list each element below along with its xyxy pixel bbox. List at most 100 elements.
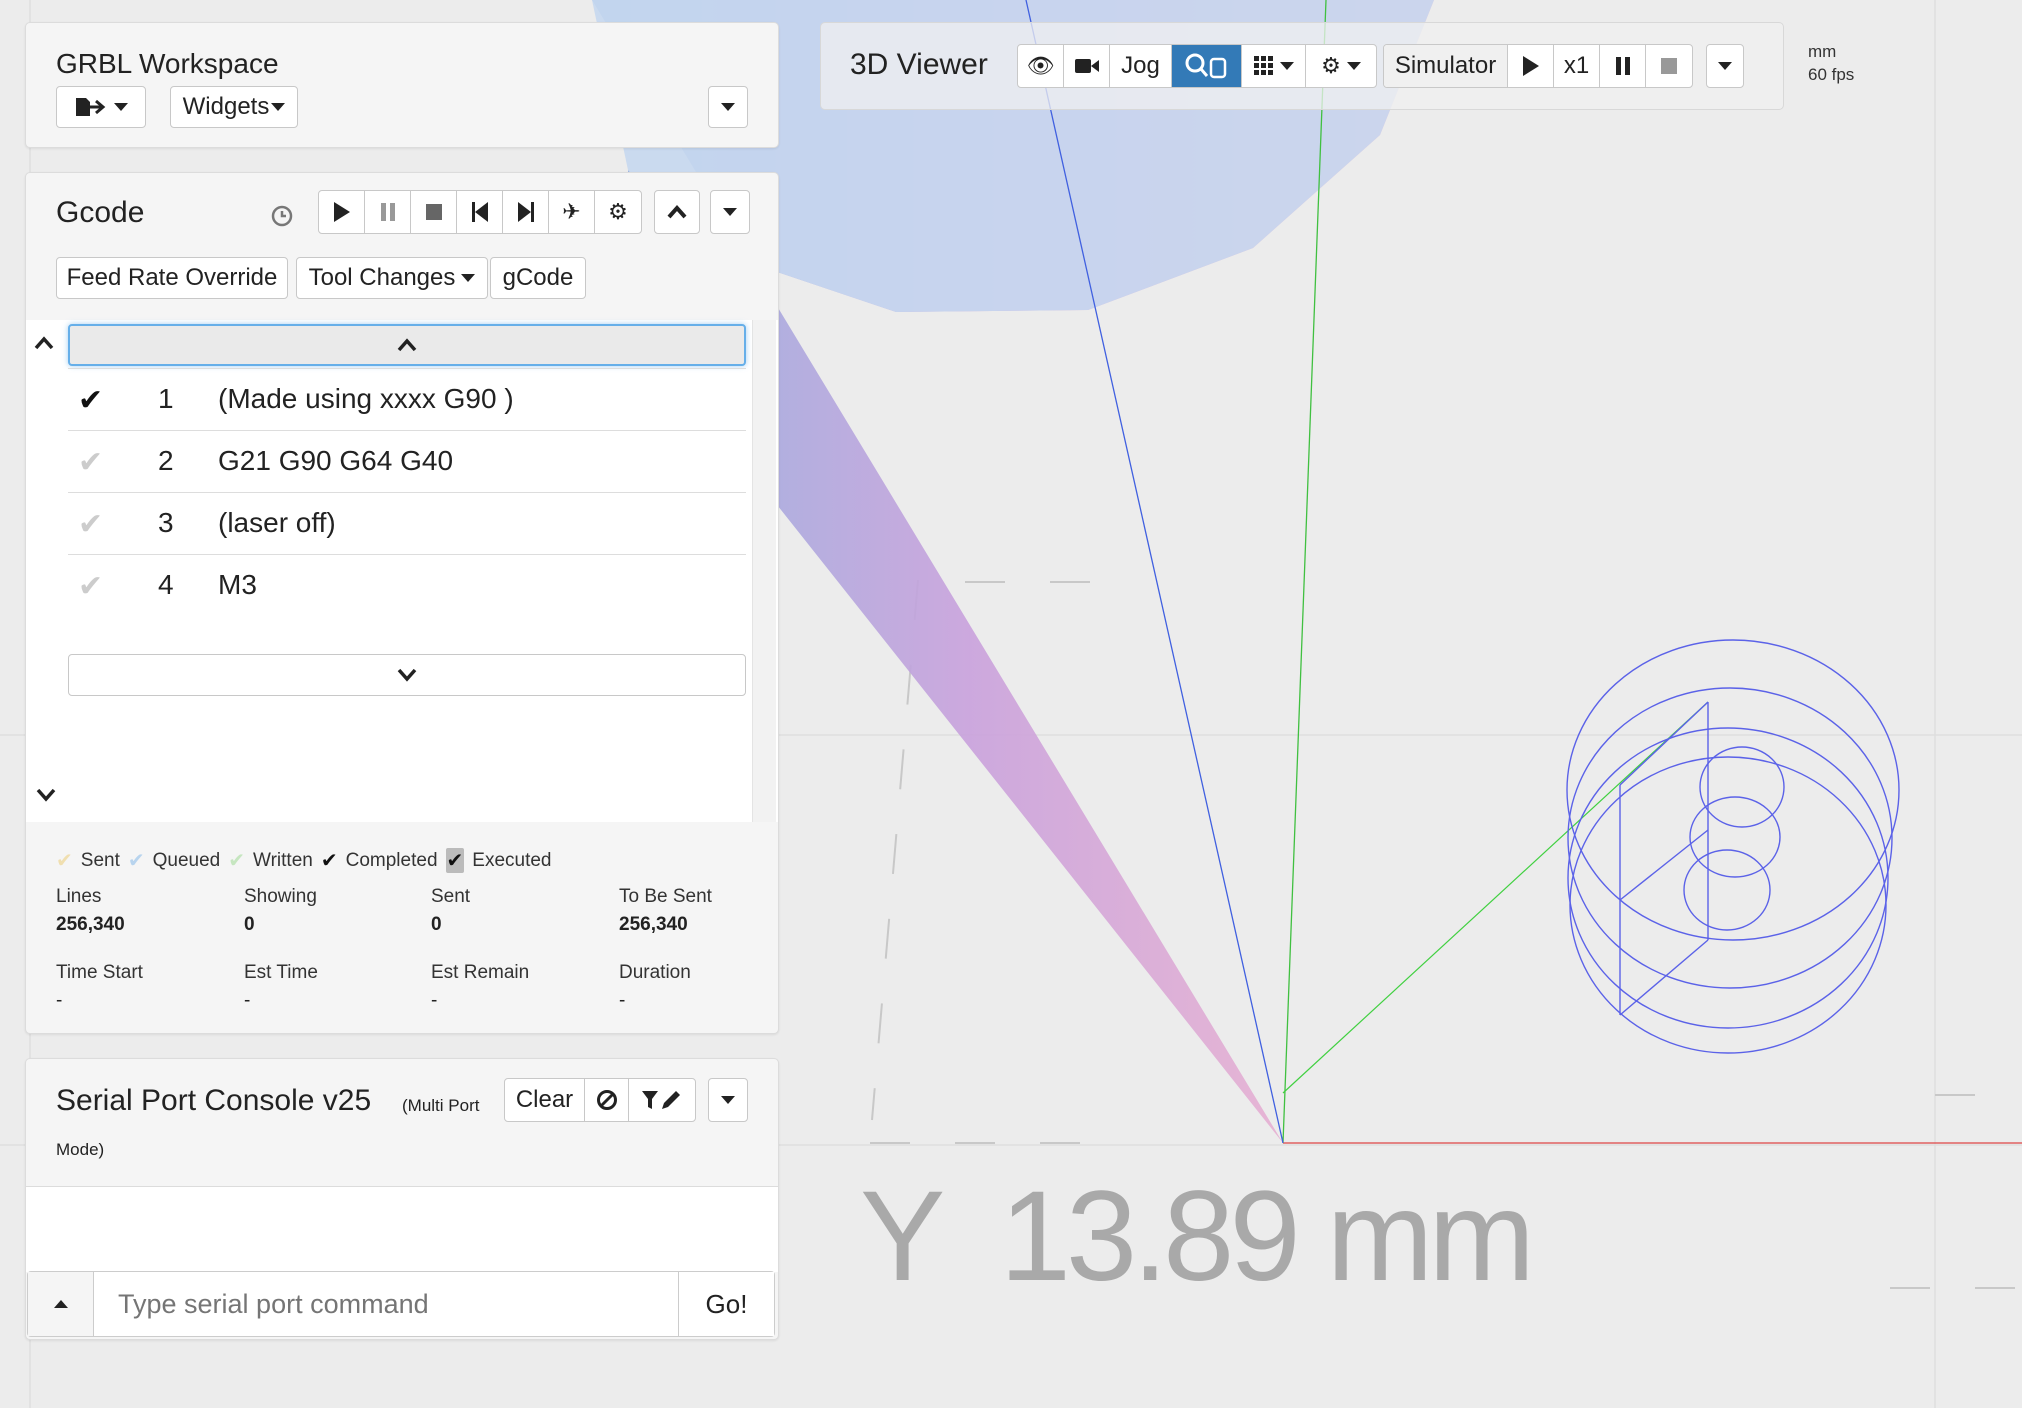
chevron-down-icon bbox=[1718, 62, 1732, 70]
gcode-control-group: ✈ ⚙ bbox=[318, 190, 642, 234]
stop-icon bbox=[1661, 58, 1677, 74]
executed-check-icon: ✔ bbox=[445, 848, 465, 873]
gcode-settings-button[interactable]: ⚙ bbox=[595, 191, 641, 233]
camera-button[interactable] bbox=[1064, 45, 1110, 87]
units-label: mm bbox=[1808, 42, 1837, 61]
plane-button[interactable]: ✈ bbox=[549, 191, 595, 233]
legend-written: Written bbox=[253, 849, 313, 871]
scroll-bottom-icon[interactable] bbox=[36, 788, 56, 802]
serial-subtitle-1: (Multi Port bbox=[402, 1096, 480, 1115]
lines-label: Lines bbox=[56, 886, 102, 907]
inspect-button[interactable] bbox=[1172, 45, 1242, 87]
stop-icon bbox=[425, 204, 442, 220]
play-button[interactable] bbox=[319, 191, 365, 233]
workspace-menu-button[interactable] bbox=[708, 86, 748, 128]
line-number: 3 bbox=[158, 507, 174, 538]
chevron-down-icon bbox=[721, 103, 735, 111]
tool-changes-tab[interactable]: Tool Changes bbox=[296, 257, 488, 299]
pause-icon bbox=[380, 203, 395, 221]
queued-check-icon: ✔ bbox=[127, 850, 145, 872]
gear-icon: ⚙ bbox=[1321, 53, 1341, 78]
legend-completed: Completed bbox=[345, 849, 438, 871]
viewer-button-group: 👁 Jog ⚙ bbox=[1017, 44, 1377, 88]
line-code: G21 G90 G64 G40 bbox=[218, 445, 454, 476]
eye-button[interactable]: 👁 bbox=[1018, 45, 1064, 87]
widgets-label: Widgets bbox=[182, 93, 270, 120]
stop-button[interactable] bbox=[411, 191, 457, 233]
scroll-top-icon[interactable] bbox=[34, 336, 54, 350]
gcode-menu-button[interactable] bbox=[710, 190, 750, 234]
showing-value: 0 bbox=[244, 914, 255, 935]
path-line bbox=[1282, 701, 1709, 1094]
gcode-line-row[interactable]: ✔ 1 (Made using xxxx G90 ) bbox=[68, 368, 746, 430]
feed-rate-override-tab[interactable]: Feed Rate Override bbox=[56, 257, 288, 299]
page-up-button[interactable] bbox=[68, 324, 746, 366]
caret-up-icon bbox=[53, 1300, 68, 1308]
showing-label: Showing bbox=[244, 886, 317, 907]
check-icon: ✔ bbox=[78, 446, 104, 479]
workspace-file-button[interactable] bbox=[56, 86, 146, 128]
serial-input-group: Go! bbox=[27, 1271, 775, 1337]
clear-button[interactable]: Clear bbox=[505, 1079, 585, 1121]
plane-icon: ✈ bbox=[562, 199, 581, 224]
page-down-button[interactable] bbox=[68, 654, 746, 696]
axis-readout: Y 13.89 mm bbox=[860, 1165, 1535, 1308]
simulator-button[interactable]: Simulator bbox=[1384, 45, 1508, 87]
gcode-scrollbar[interactable] bbox=[752, 320, 776, 822]
part-wireframe bbox=[1566, 639, 1900, 1054]
history-icon bbox=[271, 205, 293, 227]
legend-sent: Sent bbox=[80, 849, 120, 871]
gcode-title: Gcode bbox=[56, 196, 145, 229]
line-code: (Made using xxxx G90 ) bbox=[218, 383, 514, 414]
gcode-line-row[interactable]: ✔ 3 (laser off) bbox=[68, 492, 746, 554]
est-time-label: Est Time bbox=[244, 962, 318, 983]
status-legend: ✔ Sent ✔ Queued ✔ Written ✔ Completed ✔ Execu… bbox=[56, 848, 552, 873]
serial-menu-button[interactable] bbox=[708, 1078, 748, 1122]
ban-button[interactable] bbox=[585, 1079, 629, 1121]
play-icon bbox=[1522, 56, 1539, 76]
sim-speed-button[interactable]: x1 bbox=[1554, 45, 1600, 87]
sim-pause-button[interactable] bbox=[1600, 45, 1646, 87]
legend-executed: Executed bbox=[472, 849, 552, 871]
completed-check-icon: ✔ bbox=[320, 850, 338, 872]
jog-button[interactable]: Jog bbox=[1110, 45, 1172, 87]
step-forward-button[interactable] bbox=[503, 191, 549, 233]
gcode-line-row[interactable]: ✔ 2 G21 G90 G64 G40 bbox=[68, 430, 746, 492]
chevron-down-icon bbox=[397, 668, 417, 682]
collapse-button[interactable] bbox=[654, 190, 700, 234]
chevron-down-icon bbox=[723, 208, 737, 216]
filter-edit-button[interactable] bbox=[629, 1079, 695, 1121]
viewer-menu-button[interactable] bbox=[1706, 44, 1744, 88]
widgets-dropdown[interactable]: Widgets bbox=[170, 86, 298, 128]
file-export-icon bbox=[76, 98, 106, 116]
ban-icon bbox=[596, 1090, 617, 1110]
grid-dropdown[interactable] bbox=[1242, 45, 1306, 87]
gcode-line-row[interactable]: ✔ 4 M3 bbox=[68, 554, 746, 616]
line-number: 1 bbox=[158, 383, 174, 414]
line-code: (laser off) bbox=[218, 507, 336, 538]
check-icon: ✔ bbox=[78, 570, 104, 603]
filter-edit-icon bbox=[642, 1091, 680, 1109]
step-back-button[interactable] bbox=[457, 191, 503, 233]
line-number: 4 bbox=[158, 569, 174, 600]
check-icon: ✔ bbox=[78, 508, 104, 541]
pause-button[interactable] bbox=[365, 191, 411, 233]
gcode-tab[interactable]: gCode bbox=[490, 257, 586, 299]
est-time-value: - bbox=[244, 990, 251, 1011]
serial-button-group: Clear bbox=[504, 1078, 696, 1122]
fps-label: 60 fps bbox=[1808, 65, 1855, 84]
sent-label: Sent bbox=[431, 886, 471, 907]
go-button[interactable]: Go! bbox=[678, 1272, 774, 1336]
check-icon: ✔ bbox=[78, 384, 104, 417]
written-check-icon: ✔ bbox=[228, 850, 246, 872]
sim-stop-button[interactable] bbox=[1646, 45, 1692, 87]
serial-header-divider bbox=[26, 1186, 778, 1272]
tool-changes-label: Tool Changes bbox=[308, 264, 456, 291]
viewer-title: 3D Viewer bbox=[850, 48, 988, 81]
settings-dropdown[interactable]: ⚙ bbox=[1306, 45, 1376, 87]
sim-play-button[interactable] bbox=[1508, 45, 1554, 87]
serial-subtitle-2: Mode) bbox=[56, 1140, 105, 1159]
time-start-value: - bbox=[56, 990, 63, 1011]
history-up-button[interactable] bbox=[28, 1272, 94, 1336]
serial-command-input[interactable] bbox=[94, 1272, 678, 1336]
